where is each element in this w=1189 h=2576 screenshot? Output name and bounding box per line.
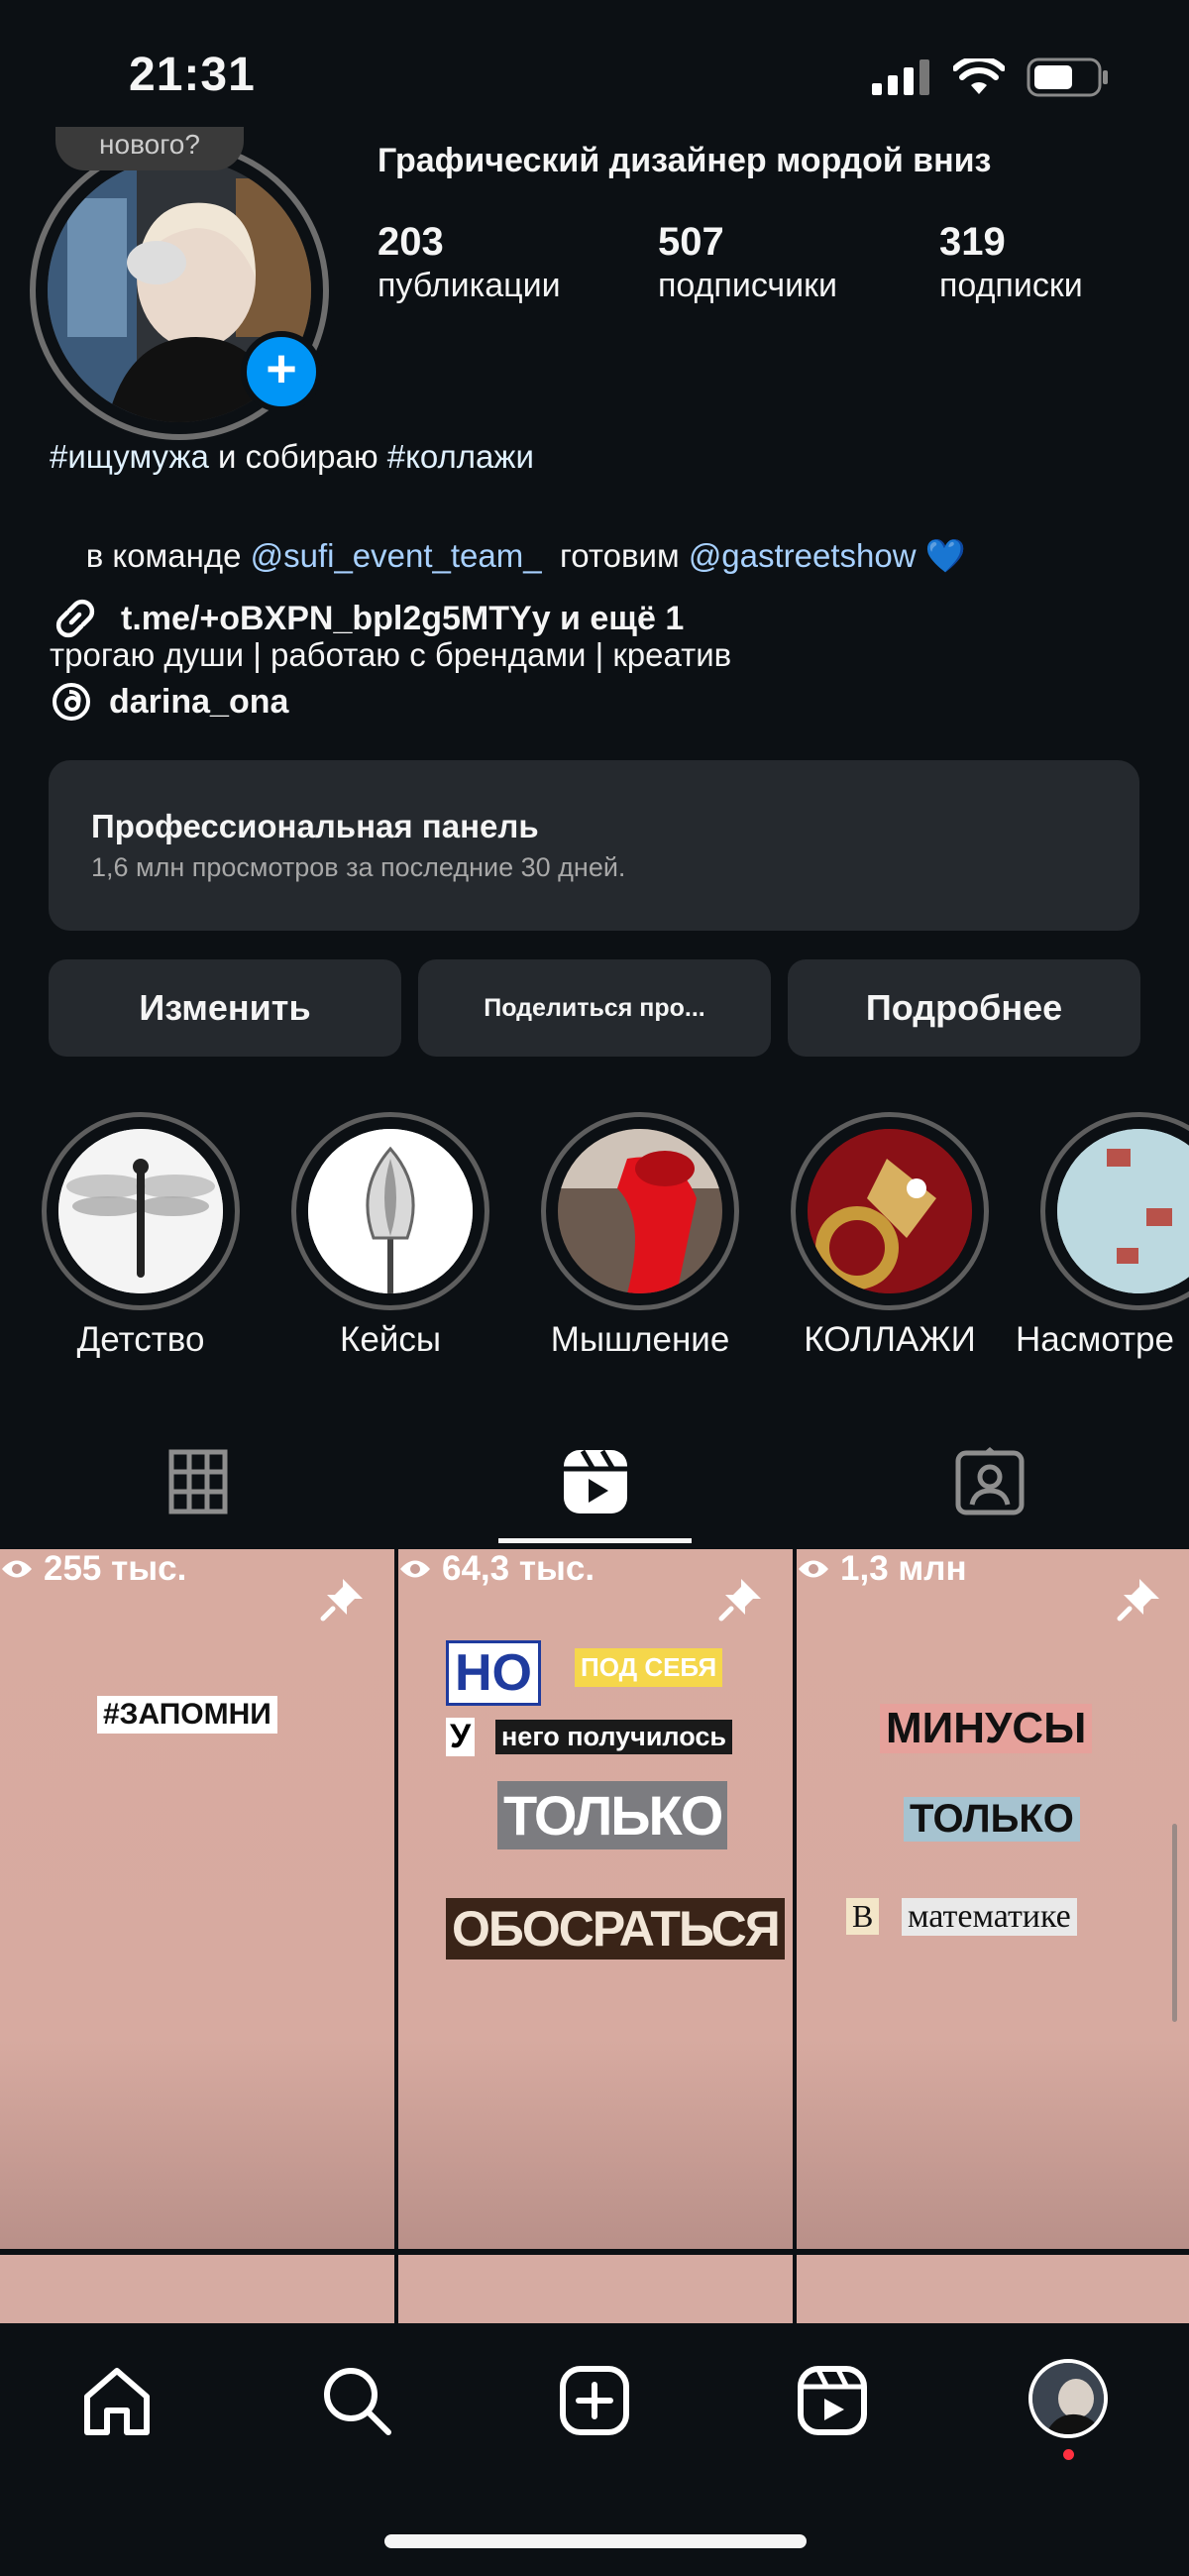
reels-tab-indicator: [498, 1538, 692, 1543]
post-3-word-2: ТОЛЬКО: [904, 1797, 1080, 1842]
reels-icon[interactable]: [561, 1447, 630, 1516]
battery-icon: [1027, 57, 1108, 97]
views-icon: [400, 1560, 430, 1578]
edit-profile-button[interactable]: Изменить: [49, 959, 401, 1057]
highlight-childhood-label: Детство: [76, 1320, 205, 1359]
pin-icon: [718, 1579, 761, 1622]
highlight-cases-cover: [308, 1129, 473, 1293]
stat-posts-label: публикации: [378, 267, 561, 304]
bio-text-3: готовим: [541, 537, 689, 574]
reel-post-6[interactable]: [797, 2255, 1189, 2324]
pin-icon: [1117, 1579, 1159, 1622]
share-profile-button[interactable]: Поделиться про...: [418, 959, 771, 1057]
highlight-watched-label: Насмотре: [1016, 1320, 1174, 1359]
dragonfly-icon: [58, 1129, 223, 1293]
tagged-icon[interactable]: [955, 1447, 1025, 1516]
notification-dot: [1063, 2449, 1074, 2460]
note-bubble[interactable]: нового?: [55, 127, 244, 170]
views-icon: [2, 1560, 32, 1578]
home-indicator[interactable]: [384, 2534, 807, 2548]
post-1-views-count: 255 тыс.: [44, 1549, 187, 1588]
post-3-views-count: 1,3 млн: [840, 1549, 967, 1588]
grid-icon[interactable]: [168, 1449, 228, 1514]
post-2-word-2: ПОД СЕБЯ: [575, 1648, 723, 1687]
red-object-icon: [558, 1129, 722, 1293]
post-2-word-1: НО: [446, 1640, 541, 1706]
bio-text-2: в команде: [85, 537, 251, 574]
create-icon[interactable]: [557, 2363, 632, 2438]
pro-panel-title: Профессиональная панель: [91, 808, 539, 844]
wifi-icon: [953, 58, 1005, 94]
status-time: 21:31: [129, 49, 256, 101]
stat-posts[interactable]: 203 публикации: [378, 220, 561, 305]
status-icons: [872, 57, 1110, 97]
pin-icon: [320, 1579, 363, 1622]
bio-mention-2[interactable]: @gastreetshow: [689, 537, 917, 574]
post-1-word: #ЗАПОМНИ: [97, 1696, 277, 1734]
stat-followers[interactable]: 507 подписчики: [658, 220, 837, 305]
more-details-button[interactable]: Подробнее: [788, 959, 1140, 1057]
pro-panel-subtitle: 1,6 млн просмотров за последние 30 дней.: [91, 852, 626, 882]
post-2-views-count: 64,3 тыс.: [442, 1549, 595, 1588]
reel-post-2[interactable]: НО ПОД СЕБЯ У него получилось ТОЛЬКО ОБО…: [398, 1549, 793, 2249]
bio-link[interactable]: t.me/+oBXPN_bpl2g5MTYy и ещё 1: [50, 593, 684, 644]
stat-following-count: 319: [939, 220, 1006, 264]
post-2-word-6: ОБОСРАТЬСЯ: [446, 1898, 785, 1960]
post-2-word-3: У: [446, 1718, 476, 1756]
reels-nav-icon[interactable]: [795, 2363, 870, 2438]
profile-name: Графический дизайнер мордой вниз: [378, 142, 992, 179]
highlight-collages-cover: [808, 1129, 972, 1293]
views-icon: [799, 1560, 828, 1578]
add-story-badge-icon[interactable]: +: [241, 331, 322, 412]
link-icon: [55, 599, 95, 638]
highlight-thinking-label: Мышление: [550, 1320, 730, 1359]
post-3-word-1: МИНУСЫ: [880, 1704, 1093, 1753]
reel-post-4[interactable]: [0, 2255, 394, 2324]
post-3-word-4: математике: [902, 1898, 1077, 1936]
flower-bud-icon: [308, 1129, 473, 1293]
profile-nav-avatar[interactable]: [1028, 2359, 1108, 2438]
bio-mention-1[interactable]: @sufi_event_team_: [251, 537, 542, 574]
stat-followers-label: подписчики: [658, 267, 838, 304]
stat-following[interactable]: 319 подписки: [939, 220, 1083, 305]
bio-text-1: и собираю: [208, 438, 387, 475]
post-2-word-5: ТОЛЬКО: [497, 1781, 728, 1849]
threads-badge[interactable]: darina_ona: [50, 680, 288, 724]
search-icon[interactable]: [319, 2363, 394, 2438]
highlight-collages-label: КОЛЛАЖИ: [804, 1320, 976, 1359]
home-icon[interactable]: [79, 2363, 155, 2438]
collage-icon: [808, 1129, 972, 1293]
blue-heart-emoji: 💙: [924, 537, 966, 574]
stat-posts-count: 203: [378, 220, 444, 264]
post-2-word-4: него получилось: [495, 1720, 732, 1754]
threads-username: darina_ona: [109, 682, 289, 721]
highlight-cases-label: Кейсы: [339, 1320, 442, 1359]
bio-link-text: t.me/+oBXPN_bpl2g5MTYy и ещё 1: [121, 599, 685, 637]
reel-post-5[interactable]: [398, 2255, 793, 2324]
post-3-word-3: В: [846, 1898, 880, 1935]
bio-hashtag-2[interactable]: #коллажи: [387, 438, 534, 475]
cellular-signal-icon: [872, 59, 929, 95]
bio-hashtag-1[interactable]: #ищумужа: [50, 438, 209, 475]
stat-followers-count: 507: [658, 220, 724, 264]
professional-dashboard[interactable]: [49, 760, 1139, 931]
stat-following-label: подписки: [939, 267, 1083, 304]
reel-post-1[interactable]: #ЗАПОМНИ 255 тыс.: [0, 1549, 394, 2249]
reel-post-3[interactable]: МИНУСЫ ТОЛЬКО В математике 1,3 млн: [797, 1549, 1189, 2249]
threads-icon: [53, 683, 90, 721]
highlight-thinking-cover: [558, 1129, 722, 1293]
scrollbar[interactable]: [1172, 1824, 1177, 2022]
highlight-childhood-cover: [58, 1129, 223, 1293]
